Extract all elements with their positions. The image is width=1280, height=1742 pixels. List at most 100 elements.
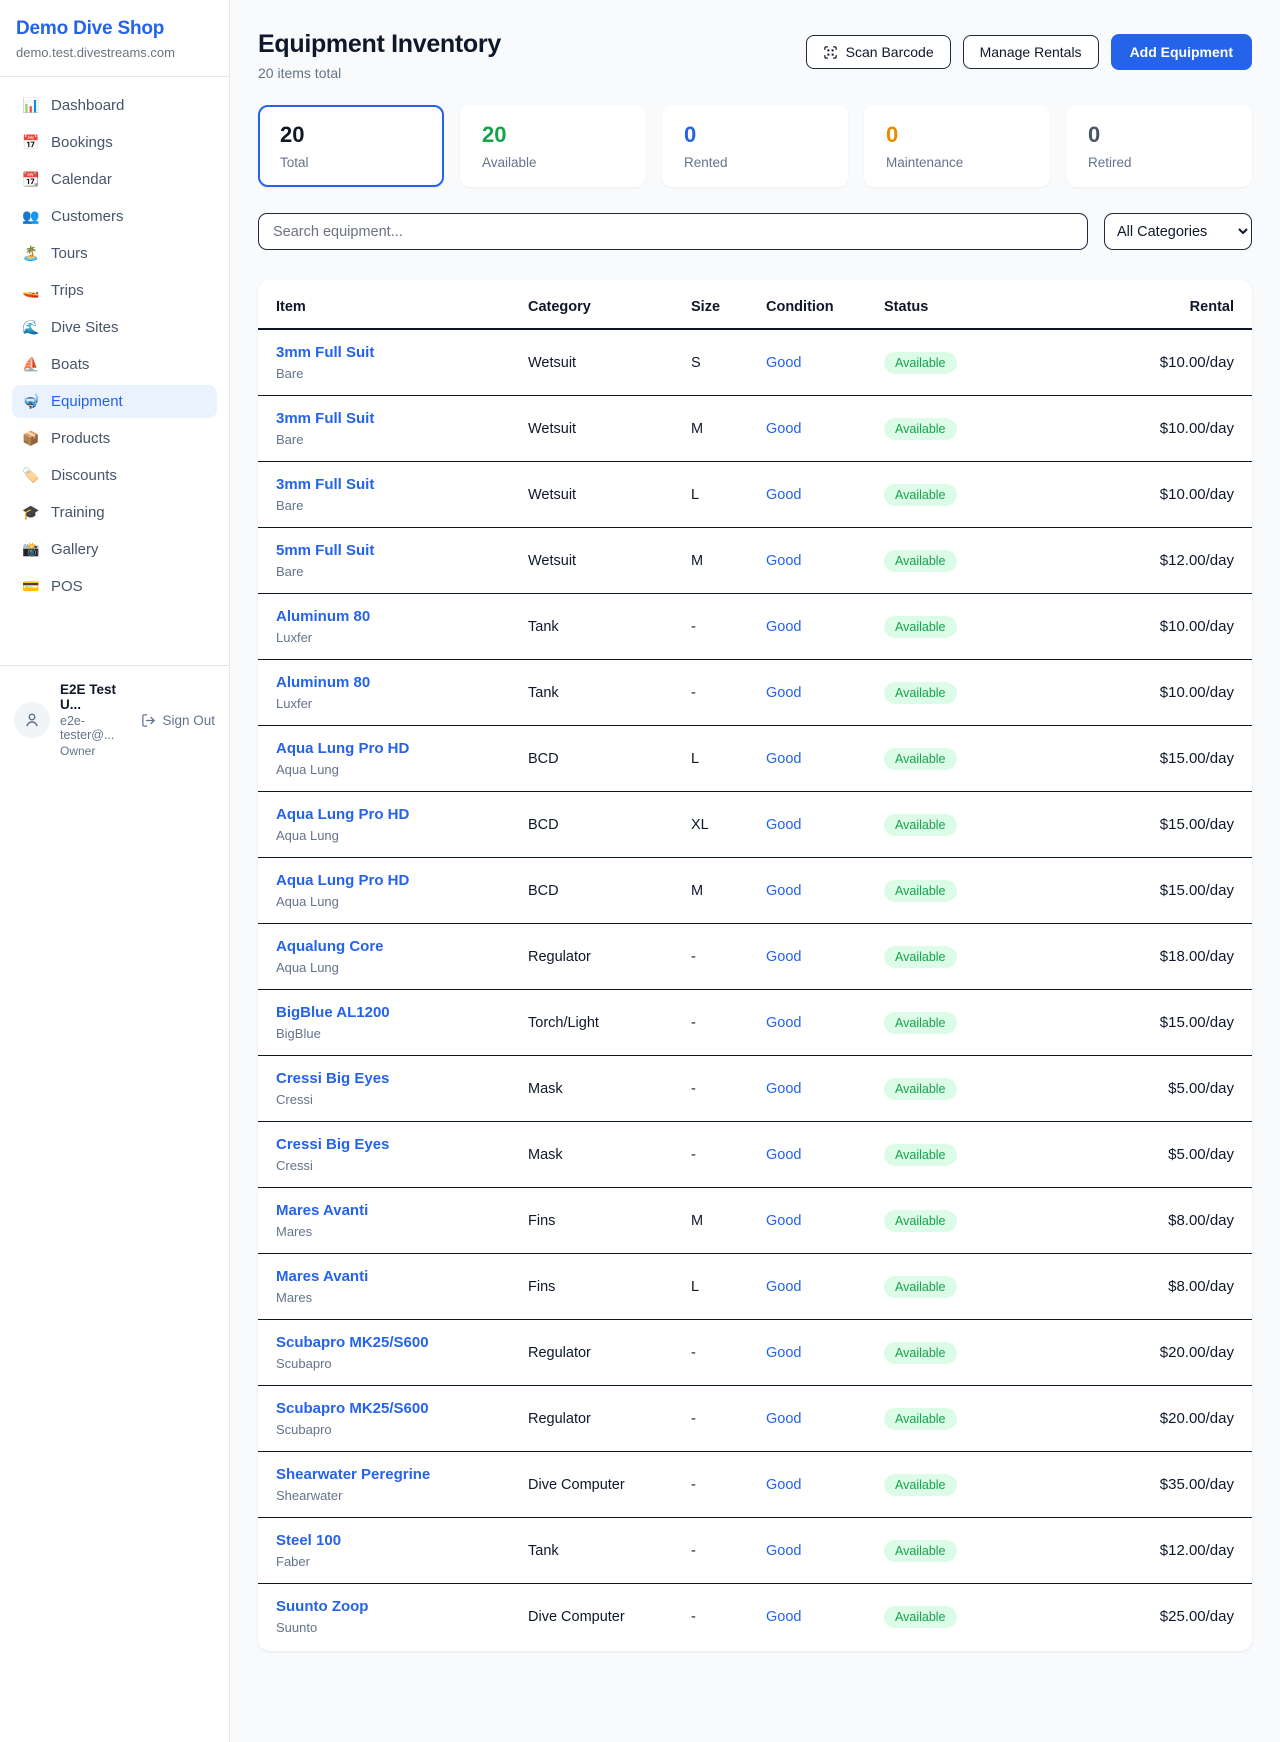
item-category: Tank — [510, 660, 673, 726]
item-name-link[interactable]: Scubapro MK25/S600 — [276, 1334, 492, 1351]
item-condition-link[interactable]: Good — [766, 553, 801, 569]
item-name-link[interactable]: Aqua Lung Pro HD — [276, 872, 492, 889]
sidebar-item-products[interactable]: 📦 Products — [12, 422, 217, 455]
item-size: M — [673, 858, 748, 924]
stat-card-available[interactable]: 20 Available — [460, 105, 646, 187]
header-actions: Scan Barcode Manage Rentals Add Equipmen… — [806, 34, 1252, 70]
item-category: Tank — [510, 1518, 673, 1584]
item-name-link[interactable]: Suunto Zoop — [276, 1598, 492, 1615]
item-rental-rate: $12.00/day — [1021, 528, 1252, 594]
item-condition-link[interactable]: Good — [766, 487, 801, 503]
stat-card-maintenance[interactable]: 0 Maintenance — [864, 105, 1050, 187]
item-name-link[interactable]: Aqua Lung Pro HD — [276, 806, 492, 823]
item-category: BCD — [510, 858, 673, 924]
item-condition-link[interactable]: Good — [766, 817, 801, 833]
item-size: L — [673, 726, 748, 792]
item-name-link[interactable]: Mares Avanti — [276, 1268, 492, 1285]
item-condition-link[interactable]: Good — [766, 1147, 801, 1163]
item-brand: Aqua Lung — [276, 960, 492, 975]
item-name-link[interactable]: Aluminum 80 — [276, 674, 492, 691]
item-name-link[interactable]: Steel 100 — [276, 1532, 492, 1549]
sidebar-item-label: Products — [51, 430, 110, 447]
sidebar-item-label: Training — [51, 504, 105, 521]
item-name-link[interactable]: Shearwater Peregrine — [276, 1466, 492, 1483]
status-badge: Available — [884, 1342, 957, 1364]
item-condition-link[interactable]: Good — [766, 1345, 801, 1361]
sidebar-item-customers[interactable]: 👥 Customers — [12, 200, 217, 233]
item-condition-link[interactable]: Good — [766, 421, 801, 437]
stat-card-total[interactable]: 20 Total — [258, 105, 444, 187]
page-title: Equipment Inventory — [258, 30, 501, 59]
stat-card-retired[interactable]: 0 Retired — [1066, 105, 1252, 187]
sidebar-item-gallery[interactable]: 📸 Gallery — [12, 533, 217, 566]
sidebar-item-trips[interactable]: 🚤 Trips — [12, 274, 217, 307]
tear-off-calendar-icon: 📆 — [22, 171, 40, 188]
item-condition-link[interactable]: Good — [766, 1279, 801, 1295]
item-condition-link[interactable]: Good — [766, 883, 801, 899]
status-badge: Available — [884, 1606, 957, 1628]
item-name-link[interactable]: BigBlue AL1200 — [276, 1004, 492, 1021]
stat-card-rented[interactable]: 0 Rented — [662, 105, 848, 187]
sidebar-item-bookings[interactable]: 📅 Bookings — [12, 126, 217, 159]
status-badge: Available — [884, 484, 957, 506]
table-row: Mares Avanti Mares Fins L Good Available… — [258, 1254, 1252, 1320]
sidebar-item-boats[interactable]: ⛵ Boats — [12, 348, 217, 381]
item-condition-link[interactable]: Good — [766, 619, 801, 635]
stat-value: 0 — [886, 122, 1028, 148]
manage-rentals-button[interactable]: Manage Rentals — [963, 35, 1099, 69]
item-condition-link[interactable]: Good — [766, 1543, 801, 1559]
item-name-link[interactable]: Aqualung Core — [276, 938, 492, 955]
category-filter-select[interactable]: All Categories — [1104, 213, 1252, 250]
status-badge: Available — [884, 418, 957, 440]
app-root: Demo Dive Shop demo.test.divestreams.com… — [0, 0, 1280, 1742]
sidebar-item-training[interactable]: 🎓 Training — [12, 496, 217, 529]
item-condition-link[interactable]: Good — [766, 1081, 801, 1097]
item-rental-rate: $18.00/day — [1021, 924, 1252, 990]
item-condition-link[interactable]: Good — [766, 685, 801, 701]
sidebar-item-equipment[interactable]: 🤿 Equipment — [12, 385, 217, 418]
sign-out-button[interactable]: Sign Out — [141, 713, 215, 728]
add-equipment-button[interactable]: Add Equipment — [1111, 34, 1252, 70]
sidebar-item-tours[interactable]: 🏝️ Tours — [12, 237, 217, 270]
item-rental-rate: $15.00/day — [1021, 726, 1252, 792]
credit-card-icon: 💳 — [22, 578, 40, 595]
item-condition-link[interactable]: Good — [766, 1477, 801, 1493]
item-name-link[interactable]: Aqua Lung Pro HD — [276, 740, 492, 757]
item-name-link[interactable]: Scubapro MK25/S600 — [276, 1400, 492, 1417]
item-rental-rate: $5.00/day — [1021, 1056, 1252, 1122]
shop-domain: demo.test.divestreams.com — [16, 45, 213, 60]
page-header: Equipment Inventory 20 items total Scan … — [258, 30, 1252, 81]
scan-barcode-button[interactable]: Scan Barcode — [806, 35, 951, 69]
item-size: M — [673, 1188, 748, 1254]
sidebar-item-dive-sites[interactable]: 🌊 Dive Sites — [12, 311, 217, 344]
item-name-link[interactable]: 5mm Full Suit — [276, 542, 492, 559]
item-condition-link[interactable]: Good — [766, 1411, 801, 1427]
item-rental-rate: $25.00/day — [1021, 1584, 1252, 1650]
item-name-link[interactable]: 3mm Full Suit — [276, 410, 492, 427]
item-condition-link[interactable]: Good — [766, 1609, 801, 1625]
item-name-link[interactable]: 3mm Full Suit — [276, 476, 492, 493]
search-input[interactable] — [258, 213, 1088, 250]
item-condition-link[interactable]: Good — [766, 1213, 801, 1229]
status-badge: Available — [884, 814, 957, 836]
avatar — [14, 702, 50, 738]
item-condition-link[interactable]: Good — [766, 1015, 801, 1031]
sidebar-item-calendar[interactable]: 📆 Calendar — [12, 163, 217, 196]
item-condition-link[interactable]: Good — [766, 949, 801, 965]
scan-barcode-label: Scan Barcode — [846, 44, 934, 60]
sidebar-item-dashboard[interactable]: 📊 Dashboard — [12, 89, 217, 122]
item-name-link[interactable]: Cressi Big Eyes — [276, 1136, 492, 1153]
item-name-link[interactable]: Mares Avanti — [276, 1202, 492, 1219]
item-name-link[interactable]: Cressi Big Eyes — [276, 1070, 492, 1087]
table-row: 3mm Full Suit Bare Wetsuit S Good Availa… — [258, 329, 1252, 396]
item-name-link[interactable]: Aluminum 80 — [276, 608, 492, 625]
sidebar-item-pos[interactable]: 💳 POS — [12, 570, 217, 603]
item-size: - — [673, 1518, 748, 1584]
camera-icon: 📸 — [22, 541, 40, 558]
item-condition-link[interactable]: Good — [766, 751, 801, 767]
sidebar-item-discounts[interactable]: 🏷️ Discounts — [12, 459, 217, 492]
item-rental-rate: $15.00/day — [1021, 858, 1252, 924]
item-rental-rate: $5.00/day — [1021, 1122, 1252, 1188]
item-condition-link[interactable]: Good — [766, 355, 801, 371]
item-name-link[interactable]: 3mm Full Suit — [276, 344, 492, 361]
